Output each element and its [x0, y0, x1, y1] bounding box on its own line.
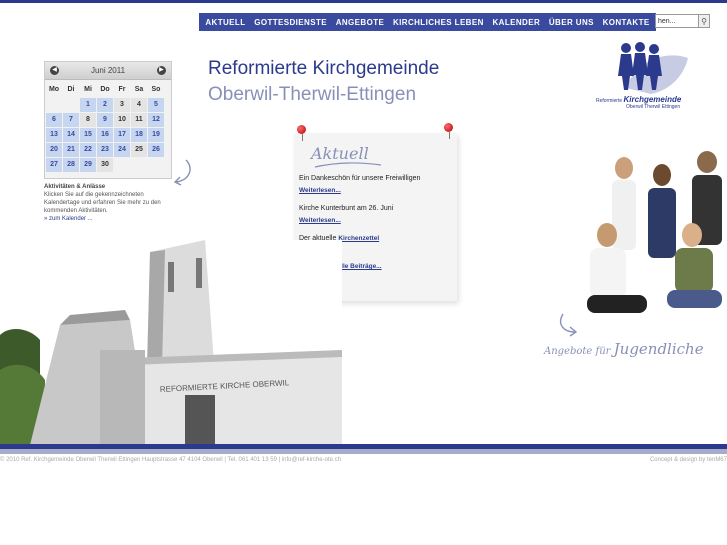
main-nav: AKTUELL GOTTESDIENSTE ANGEBOTE KIRCHLICH…	[199, 13, 656, 31]
calendar-day: 4	[131, 98, 147, 112]
calendar-info-title: Aktivitäten & Anlässe	[44, 184, 106, 190]
calendar-link[interactable]: » zum Kalender ...	[44, 215, 174, 223]
news-item-text: Kirche Kunterbunt am 26. Juni	[299, 205, 394, 212]
calendar-day-event[interactable]: 1	[80, 98, 96, 112]
calendar-day: 10	[114, 113, 130, 127]
calendar-info: Aktivitäten & Anlässe Klicken Sie auf di…	[44, 183, 174, 223]
youth-group-photo	[572, 150, 727, 345]
calendar-day-event[interactable]: 23	[97, 143, 113, 157]
calendar-day: 3	[114, 98, 130, 112]
weekday-header: Sa	[134, 86, 144, 93]
calendar-day-event[interactable]: 18	[131, 128, 147, 142]
calendar-day-event[interactable]: 9	[97, 113, 113, 127]
red-pin-icon	[444, 123, 453, 132]
search-button[interactable]: ⚲	[698, 14, 710, 28]
calendar-day-event[interactable]: 24	[114, 143, 130, 157]
calendar-empty-cell	[63, 98, 79, 112]
youth-label-big: Jugendliche	[613, 340, 704, 358]
weekday-header: So	[151, 86, 161, 93]
weekday-header: Do	[100, 86, 110, 93]
news-item-link[interactable]: Weiterlesen...	[299, 217, 341, 224]
calendar-day-event[interactable]: 20	[46, 143, 62, 157]
calendar-day-event[interactable]: 16	[97, 128, 113, 142]
curved-arrow-icon	[173, 159, 191, 186]
news-item-link[interactable]: Weiterlesen...	[299, 187, 341, 194]
calendar-day-event[interactable]: 27	[46, 158, 62, 172]
red-pin-icon	[297, 125, 306, 134]
logo-text: Reformierte Kirchgemeinde	[596, 95, 681, 104]
nav-item-kirchliches-leben[interactable]: KIRCHLICHES LEBEN	[393, 18, 484, 27]
calendar-day: 11	[131, 113, 147, 127]
nav-item-gottesdienste[interactable]: GOTTESDIENSTE	[254, 18, 327, 27]
weekday-header: Mo	[48, 86, 60, 93]
calendar-day-event[interactable]: 7	[63, 113, 79, 127]
calendar-month: Juni 2011	[90, 66, 126, 75]
weekday-header: Fr	[118, 86, 126, 93]
kirchenzettel-link[interactable]: Kirchenzettel	[338, 235, 379, 242]
nav-item-kalender[interactable]: KALENDER	[493, 18, 541, 27]
calendar-day: 8	[80, 113, 96, 127]
page: AKTUELL GOTTESDIENSTE ANGEBOTE KIRCHLICH…	[0, 0, 727, 545]
calendar-day-event[interactable]: 13	[46, 128, 62, 142]
search-input[interactable]	[655, 14, 699, 28]
calendar-day: 30	[97, 158, 113, 172]
calendar-day-event[interactable]: 2	[97, 98, 113, 112]
nav-item-aktuell[interactable]: AKTUELL	[205, 18, 245, 27]
logo-text-small: Reformierte	[596, 98, 623, 104]
page-subtitle: Oberwil-Therwil-Ettingen	[208, 84, 417, 105]
youth-label-small: Angebote für	[544, 346, 611, 357]
page-title: Reformierte Kirchgemeinde	[208, 58, 440, 79]
calendar-info-text: Klicken Sie auf die gekennzeichneten Kal…	[44, 192, 161, 214]
calendar-day-event[interactable]: 26	[148, 143, 164, 157]
prev-month-icon[interactable]: ◀	[50, 66, 59, 75]
calendar-day-event[interactable]: 29	[80, 158, 96, 172]
footer-credit[interactable]: Concept & design by tenM67	[650, 457, 727, 463]
top-line	[0, 0, 727, 3]
weekday-header: Di	[67, 86, 75, 93]
footer-bar-light	[0, 449, 727, 454]
pin-stem	[449, 132, 450, 139]
underline-swoosh-icon	[314, 162, 382, 168]
nav-item-ueber-uns[interactable]: ÜBER UNS	[549, 18, 594, 27]
calendar-day-event[interactable]: 28	[63, 158, 79, 172]
nav-item-angebote[interactable]: ANGEBOTE	[336, 18, 385, 27]
calendar-day-event[interactable]: 22	[80, 143, 96, 157]
calendar-grid: Mo Di Mi Do Fr Sa So 1 2 3 4 5 6 7 8 9 1…	[45, 80, 171, 172]
calendar-empty-cell	[46, 98, 62, 112]
logo-subtext: Oberwil Therwil Ettingen	[626, 104, 681, 110]
news-item-text: Ein Dankeschön für unsere Freiwilligen	[299, 175, 421, 182]
calendar-day-event[interactable]: 21	[63, 143, 79, 157]
curved-arrow-icon	[559, 313, 578, 337]
logo-text-big: Kirchgemeinde	[623, 95, 682, 104]
calendar-day-event[interactable]: 5	[148, 98, 164, 112]
church-photo: REFORMIERTE KIRCHE OBERWIL	[0, 240, 342, 445]
calendar-day-event[interactable]: 17	[114, 128, 130, 142]
footer-contact: © 2010 Ref. Kirchgemeinde Oberwil Therwi…	[0, 457, 341, 463]
pin-stem	[302, 134, 303, 141]
nav-item-kontakte[interactable]: KONTAKTE	[603, 18, 650, 27]
next-month-icon[interactable]: ▶	[156, 66, 166, 75]
calendar-widget: ◀ Juni 2011 ▶ Mo Di Mi Do Fr Sa So 1 2 3…	[44, 61, 172, 179]
youth-offers-label[interactable]: Angebote für Jugendliche	[544, 340, 704, 358]
calendar-day-event[interactable]: 19	[148, 128, 164, 142]
calendar-header: ◀ Juni 2011 ▶	[45, 62, 171, 80]
calendar-day-event[interactable]: 14	[63, 128, 79, 142]
calendar-day-event[interactable]: 6	[46, 113, 62, 127]
search-icon: ⚲	[701, 16, 707, 26]
weekday-header: Mi	[84, 86, 92, 93]
calendar-day-event[interactable]: 15	[80, 128, 96, 142]
calendar-day-event[interactable]: 12	[148, 113, 164, 127]
calendar-day: 25	[131, 143, 147, 157]
